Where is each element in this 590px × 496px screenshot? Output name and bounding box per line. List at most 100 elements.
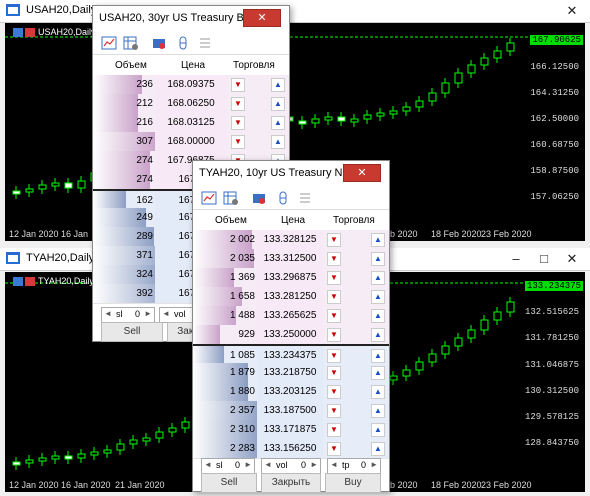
- candle: [12, 190, 21, 195]
- buy-at-price-icon[interactable]: ▲: [271, 97, 285, 111]
- bid-row: 1 879 133.218750 ▼ ▲: [193, 363, 389, 383]
- buy-button[interactable]: Buy: [325, 473, 381, 493]
- price-axis-label: 128.843750: [524, 438, 579, 448]
- sell-at-price-icon[interactable]: ▼: [231, 97, 245, 111]
- price-value[interactable]: 133.187500: [257, 401, 323, 420]
- price-axis-label: 131.781250: [524, 333, 579, 343]
- buy-at-price-icon[interactable]: ▲: [371, 328, 385, 342]
- time-axis-label: 21 Jan 2020: [115, 480, 165, 490]
- buy-at-price-icon[interactable]: ▲: [371, 233, 385, 247]
- price-value[interactable]: 133.265625: [257, 306, 323, 325]
- sell-at-price-icon[interactable]: ▼: [327, 349, 341, 363]
- ask-row: 2 035 133.312500 ▼ ▲: [193, 249, 389, 269]
- one-click-trading-icon[interactable]: [151, 35, 167, 51]
- price-value[interactable]: 133.312500: [257, 249, 323, 268]
- close-window-button[interactable]: ✕: [558, 0, 586, 22]
- sell-at-price-icon[interactable]: ▼: [327, 309, 341, 323]
- table-settings-icon[interactable]: [223, 190, 239, 206]
- sell-at-price-icon[interactable]: ▼: [327, 442, 341, 456]
- close-window-button[interactable]: ✕: [558, 248, 586, 270]
- maximize-button[interactable]: □: [530, 248, 558, 270]
- volume-header: Объем: [215, 215, 247, 226]
- ask-row: 2 002 133.328125 ▼ ▲: [193, 230, 389, 250]
- one-click-trading-icon[interactable]: [251, 190, 267, 206]
- decrement-icon[interactable]: ◄: [204, 460, 212, 469]
- buy-at-price-icon[interactable]: ▲: [371, 442, 385, 456]
- sl-stepper[interactable]: ◄ sl 0 ►: [201, 458, 255, 474]
- buy-at-price-icon[interactable]: ▲: [371, 290, 385, 304]
- sell-at-price-icon[interactable]: ▼: [327, 290, 341, 304]
- price-value[interactable]: 133.218750: [257, 363, 323, 382]
- price-axis-label: 166.12500: [530, 62, 579, 72]
- close-button[interactable]: ✕: [243, 9, 281, 27]
- sell-at-price-icon[interactable]: ▼: [327, 252, 341, 266]
- increment-icon[interactable]: ►: [244, 460, 252, 469]
- price-value[interactable]: 133.203125: [257, 382, 323, 401]
- depth-of-market-tyah20[interactable]: TYAH20, 10yr US Treasury Notes... ✕ Объе…: [192, 160, 390, 493]
- volume-stepper[interactable]: ◄ vol 0 ►: [261, 458, 321, 474]
- buy-at-price-icon[interactable]: ▲: [371, 252, 385, 266]
- dom-title-bar[interactable]: USAH20, 30yr US Treasury Bond... ✕: [93, 6, 289, 30]
- decrement-icon[interactable]: ◄: [264, 460, 272, 469]
- sl-stepper[interactable]: ◄ sl 0 ►: [101, 307, 155, 323]
- sell-button[interactable]: Sell: [201, 473, 257, 493]
- decrement-icon[interactable]: ◄: [104, 309, 112, 318]
- increment-icon[interactable]: ►: [144, 309, 152, 318]
- sort-icon[interactable]: [197, 35, 213, 51]
- minimize-button[interactable]: –: [502, 248, 530, 270]
- sort-icon[interactable]: [297, 190, 313, 206]
- decrement-icon[interactable]: ◄: [162, 309, 170, 318]
- price-axis-label: 162.50000: [530, 114, 579, 124]
- sell-at-price-icon[interactable]: ▼: [327, 423, 341, 437]
- tp-stepper[interactable]: ◄ tp 0 ►: [327, 458, 381, 474]
- price-value[interactable]: 168.09375: [155, 75, 227, 94]
- chart-title-bar[interactable]: USAH20,Daily ✕: [0, 0, 590, 23]
- scale-icon[interactable]: [175, 35, 191, 51]
- price-value[interactable]: 168.06250: [155, 94, 227, 113]
- sell-at-price-icon[interactable]: ▼: [327, 404, 341, 418]
- price-value[interactable]: 133.281250: [257, 287, 323, 306]
- sell-at-price-icon[interactable]: ▼: [327, 366, 341, 380]
- dom-header: Объем Цена Торговля: [193, 213, 389, 229]
- sell-at-price-icon[interactable]: ▼: [327, 328, 341, 342]
- table-settings-icon[interactable]: [123, 35, 139, 51]
- buy-at-price-icon[interactable]: ▲: [371, 271, 385, 285]
- candle: [155, 431, 164, 439]
- price-value[interactable]: 168.03125: [155, 113, 227, 132]
- chart-icon[interactable]: [201, 190, 217, 206]
- buy-at-price-icon[interactable]: ▲: [271, 135, 285, 149]
- sell-at-price-icon[interactable]: ▼: [231, 135, 245, 149]
- buy-at-price-icon[interactable]: ▲: [371, 366, 385, 380]
- chart-icon[interactable]: [101, 35, 117, 51]
- buy-at-price-icon[interactable]: ▲: [371, 423, 385, 437]
- price-value[interactable]: 133.250000: [257, 325, 323, 344]
- sell-button[interactable]: Sell: [101, 322, 163, 342]
- price-value[interactable]: 133.171875: [257, 420, 323, 439]
- buy-at-price-icon[interactable]: ▲: [371, 385, 385, 399]
- sell-at-price-icon[interactable]: ▼: [327, 271, 341, 285]
- price-value[interactable]: 168.00000: [155, 132, 227, 151]
- increment-icon[interactable]: ►: [310, 460, 318, 469]
- candle: [363, 114, 372, 120]
- price-value[interactable]: 133.296875: [257, 268, 323, 287]
- decrement-icon[interactable]: ◄: [330, 460, 338, 469]
- scale-icon[interactable]: [275, 190, 291, 206]
- candle: [467, 64, 476, 74]
- buy-at-price-icon[interactable]: ▲: [371, 404, 385, 418]
- volume-value: 1 369: [229, 272, 255, 283]
- close-button[interactable]: ✕: [343, 164, 381, 182]
- sell-at-price-icon[interactable]: ▼: [231, 78, 245, 92]
- increment-icon[interactable]: ►: [370, 460, 378, 469]
- sell-at-price-icon[interactable]: ▼: [327, 385, 341, 399]
- buy-at-price-icon[interactable]: ▲: [271, 78, 285, 92]
- price-axis-label: 129.578125: [524, 412, 579, 422]
- close-position-button[interactable]: Закрыть: [261, 473, 321, 493]
- buy-at-price-icon[interactable]: ▲: [371, 309, 385, 323]
- buy-at-price-icon[interactable]: ▲: [371, 349, 385, 363]
- ask-row: 216 168.03125 ▼ ▲: [93, 113, 289, 133]
- price-value[interactable]: 133.328125: [257, 230, 323, 249]
- sell-at-price-icon[interactable]: ▼: [231, 116, 245, 130]
- buy-at-price-icon[interactable]: ▲: [271, 116, 285, 130]
- sell-at-price-icon[interactable]: ▼: [327, 233, 341, 247]
- dom-title-bar[interactable]: TYAH20, 10yr US Treasury Notes... ✕: [193, 161, 389, 185]
